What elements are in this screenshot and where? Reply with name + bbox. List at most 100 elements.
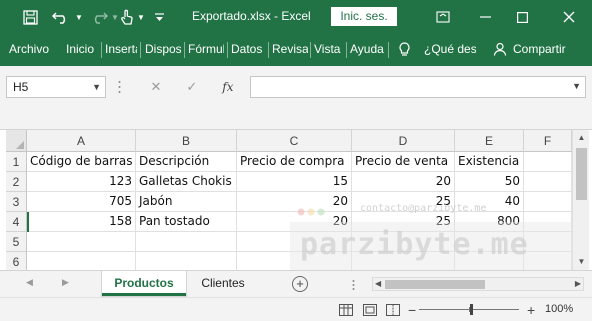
vertical-scroll-thumb[interactable]: [576, 148, 587, 200]
ribbon-tabs: Archivo Inicio Insertar Disposición Fórm…: [0, 34, 592, 66]
normal-view-icon[interactable]: [339, 304, 353, 316]
cell-b6[interactable]: [136, 252, 237, 272]
row-header-6[interactable]: 6: [6, 252, 27, 272]
row-header-3[interactable]: 3: [6, 192, 27, 212]
next-sheet-icon[interactable]: ▶: [62, 277, 69, 288]
scroll-left-icon[interactable]: ◀: [375, 278, 381, 290]
scroll-up-icon[interactable]: ▲: [573, 130, 590, 146]
row-header-2[interactable]: 2: [6, 172, 27, 192]
sheet-tab-bar: ◀ ▶ Productos Clientes + ◀ ▶: [0, 270, 592, 297]
tab-revisar[interactable]: Revisar: [272, 42, 308, 56]
formula-bar-area: H5 ▼ ✕ ✓ fx ▼: [0, 66, 592, 130]
cell-f2[interactable]: [524, 172, 572, 192]
column-header-e[interactable]: E: [455, 130, 524, 152]
save-icon[interactable]: [20, 7, 40, 27]
sign-in-button[interactable]: Inic. ses.: [331, 7, 397, 26]
minimize-icon[interactable]: [474, 6, 496, 28]
touch-dropdown-icon[interactable]: ▼: [136, 7, 146, 27]
cell-b4[interactable]: Pan tostado: [136, 212, 237, 232]
cell-e1[interactable]: Existencia: [455, 152, 524, 172]
cell-a1[interactable]: Código de barras: [27, 152, 136, 172]
tell-me-search[interactable]: ¿Qué desea hacer?: [424, 42, 476, 56]
prev-sheet-icon[interactable]: ◀: [26, 277, 33, 288]
page-break-view-icon[interactable]: [386, 304, 400, 316]
cell-b2[interactable]: Galletas Chokis: [136, 172, 237, 192]
horizontal-scrollbar[interactable]: ◀ ▶: [372, 277, 584, 291]
insert-function-icon[interactable]: fx: [222, 80, 233, 94]
sheet-tab-productos[interactable]: Productos: [102, 271, 186, 296]
ribbon-divider: [101, 42, 102, 58]
tab-ayuda[interactable]: Ayuda: [350, 42, 386, 56]
cell-b3[interactable]: Jabón: [136, 192, 237, 212]
cell-c2[interactable]: 15: [237, 172, 352, 192]
cancel-entry-icon[interactable]: ✕: [150, 79, 161, 95]
drag-handle-icon[interactable]: [118, 80, 121, 94]
confirm-entry-icon[interactable]: ✓: [186, 79, 197, 95]
undo-dropdown-icon[interactable]: ▼: [74, 7, 84, 27]
horizontal-scroll-thumb[interactable]: [385, 280, 485, 289]
close-icon[interactable]: [558, 6, 580, 28]
zoom-level[interactable]: 100%: [545, 303, 573, 315]
cell-d2[interactable]: 20: [352, 172, 455, 192]
cell-e2[interactable]: 50: [455, 172, 524, 192]
watermark-email: contacto@parzibyte.me: [360, 203, 487, 214]
expand-formula-bar-icon[interactable]: ▼: [572, 81, 581, 91]
column-header-f[interactable]: F: [524, 130, 572, 152]
ribbon-divider: [268, 42, 269, 58]
name-box-dropdown-icon[interactable]: ▼: [92, 77, 101, 97]
ribbon-divider: [140, 42, 141, 58]
cell-b5[interactable]: [136, 232, 237, 252]
name-box[interactable]: H5 ▼: [6, 76, 106, 98]
add-sheet-icon[interactable]: +: [292, 276, 308, 292]
cell-a4[interactable]: 158: [27, 212, 136, 232]
page-layout-view-icon[interactable]: [363, 304, 377, 316]
scroll-down-icon[interactable]: ▼: [573, 254, 590, 270]
column-header-b[interactable]: B: [136, 130, 237, 152]
zoom-in-icon[interactable]: +: [527, 302, 535, 318]
row-header-1[interactable]: 1: [6, 152, 27, 172]
tab-vista[interactable]: Vista: [314, 42, 342, 56]
cell-a3[interactable]: 705: [27, 192, 136, 212]
tab-datos[interactable]: Datos: [231, 42, 265, 56]
scroll-right-icon[interactable]: ▶: [575, 278, 581, 290]
tab-inicio[interactable]: Inicio: [66, 42, 96, 56]
tab-split-handle-icon[interactable]: [352, 279, 355, 291]
tab-disposicion[interactable]: Disposición: [145, 42, 181, 56]
row-header-4[interactable]: 4: [6, 212, 27, 232]
share-button[interactable]: Compartir: [513, 42, 573, 56]
customize-toolbar-icon[interactable]: [152, 7, 166, 27]
cell-f3[interactable]: [524, 192, 572, 212]
row-header-5[interactable]: 5: [6, 232, 27, 252]
cell-a6[interactable]: [27, 252, 136, 272]
undo-icon[interactable]: [50, 7, 72, 27]
cell-c1[interactable]: Precio de compra: [237, 152, 352, 172]
cell-b1[interactable]: Descripción: [136, 152, 237, 172]
ribbon-divider: [346, 42, 347, 58]
status-bar: − + 100%: [0, 297, 592, 321]
sheet-tab-clientes[interactable]: Clientes: [188, 271, 258, 296]
zoom-out-icon[interactable]: −: [408, 302, 416, 318]
name-box-value: H5: [13, 80, 29, 94]
zoom-slider-handle[interactable]: [470, 304, 473, 315]
cell-a2[interactable]: 123: [27, 172, 136, 192]
watermark-text: parzibyte.me: [300, 227, 529, 262]
column-header-d[interactable]: D: [352, 130, 455, 152]
ribbon-divider: [184, 42, 185, 58]
share-icon[interactable]: [493, 42, 509, 59]
ribbon-display-options-icon[interactable]: [432, 6, 454, 28]
cell-d1[interactable]: Precio de venta: [352, 152, 455, 172]
tab-archivo[interactable]: Archivo: [9, 42, 53, 56]
tab-formulas[interactable]: Fórmulas: [188, 42, 224, 56]
column-header-c[interactable]: C: [237, 130, 352, 152]
tab-insertar[interactable]: Insertar: [105, 42, 137, 56]
maximize-icon[interactable]: [511, 6, 533, 28]
cell-f1[interactable]: [524, 152, 572, 172]
lightbulb-icon[interactable]: [399, 42, 413, 60]
touch-mode-icon[interactable]: [118, 7, 136, 27]
formula-input[interactable]: ▼: [250, 76, 586, 98]
column-header-a[interactable]: A: [27, 130, 136, 152]
vertical-scrollbar[interactable]: ▲ ▼: [572, 130, 589, 270]
select-all-button[interactable]: [6, 130, 27, 152]
cell-a5[interactable]: [27, 232, 136, 252]
redo-icon[interactable]: [88, 7, 110, 27]
